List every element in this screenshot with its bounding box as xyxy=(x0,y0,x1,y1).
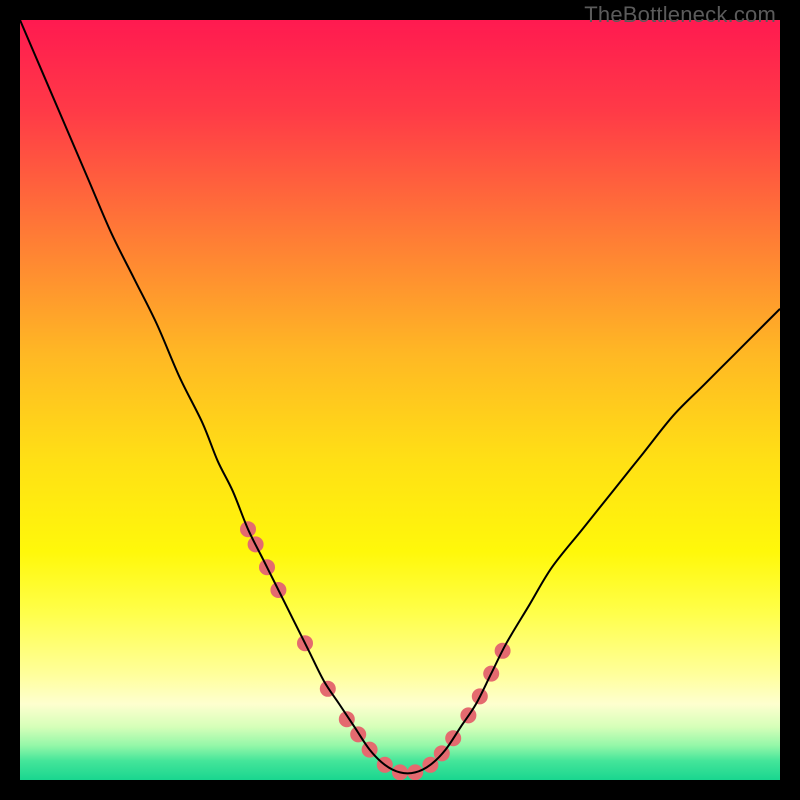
chart-background xyxy=(20,20,780,780)
chart-frame xyxy=(20,20,780,780)
bottleneck-chart xyxy=(20,20,780,780)
watermark-text: TheBottleneck.com xyxy=(584,2,776,28)
